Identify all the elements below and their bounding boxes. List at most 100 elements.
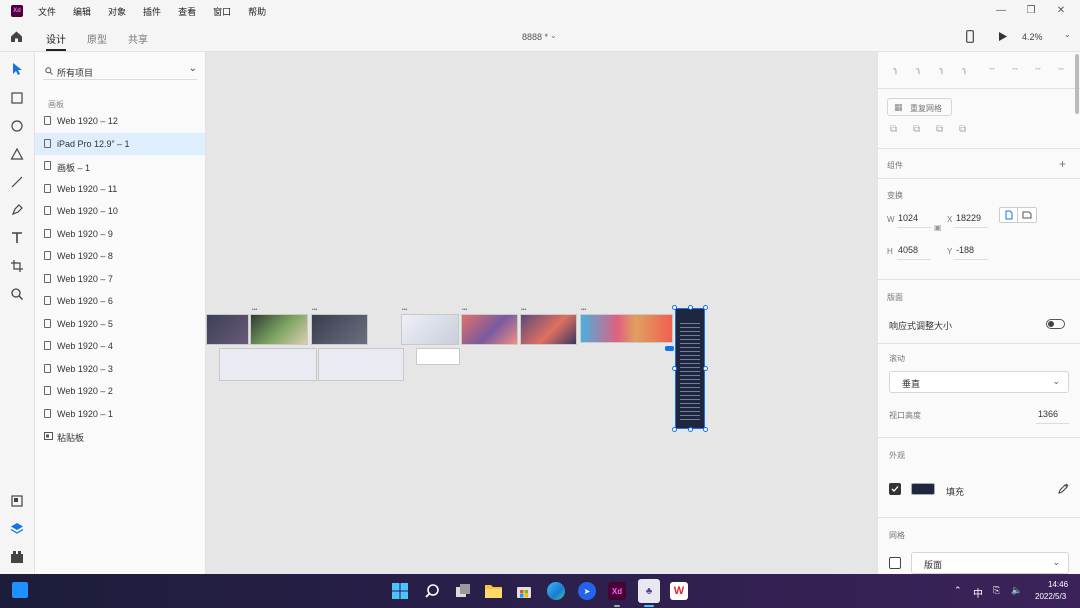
width-field[interactable]: 1024 <box>898 213 918 223</box>
polygon-tool-icon[interactable] <box>10 147 24 161</box>
line-tool-icon[interactable] <box>10 175 24 189</box>
resize-handle[interactable] <box>703 427 708 432</box>
wps-office-icon[interactable]: W <box>670 582 688 600</box>
clock-time[interactable]: 14:46 <box>1048 580 1068 589</box>
layer-item[interactable]: Web 1920 – 9 <box>35 223 205 245</box>
layer-item[interactable]: Web 1920 – 3 <box>35 358 205 380</box>
resize-handle[interactable] <box>703 305 708 310</box>
grid-type-select[interactable]: 版面 ⌄ <box>911 552 1069 574</box>
lock-aspect-icon[interactable]: ▣ <box>934 223 942 232</box>
align-middle-icon[interactable]: ╮ <box>913 64 925 76</box>
layers-icon[interactable] <box>10 522 24 536</box>
widget-icon[interactable] <box>12 582 28 598</box>
close-icon[interactable]: ✕ <box>1051 3 1071 19</box>
align-left-icon[interactable]: ┄ <box>986 64 998 76</box>
landscape-orientation-button[interactable] <box>1018 207 1037 223</box>
scrollbar[interactable] <box>1075 54 1079 568</box>
scroll-marker[interactable] <box>665 346 674 351</box>
fill-checkbox[interactable] <box>889 483 901 495</box>
resize-handle[interactable] <box>703 366 708 371</box>
artboard-thumbnail[interactable] <box>461 314 518 345</box>
menu-view[interactable]: 查看 <box>178 5 196 18</box>
artboard-thumbnail[interactable] <box>520 314 577 345</box>
zoom-level[interactable]: 4.2% <box>1022 32 1043 42</box>
assets-icon[interactable] <box>10 494 24 508</box>
file-explorer-icon[interactable] <box>485 583 502 598</box>
adobe-xd-taskbar-icon[interactable]: Xd <box>608 582 626 600</box>
align-center-icon[interactable]: ┄ <box>1009 64 1021 76</box>
layer-item[interactable]: Web 1920 – 5 <box>35 313 205 335</box>
menu-object[interactable]: 对象 <box>108 5 126 18</box>
scrollbar-thumb[interactable] <box>1075 54 1079 114</box>
design-canvas[interactable]: ••• ••• ••• ••• ••• ••• <box>206 52 877 574</box>
layer-item[interactable]: 画板 – 1 <box>35 155 205 177</box>
layer-item[interactable]: Web 1920 – 7 <box>35 268 205 290</box>
tab-share[interactable]: 共享 <box>128 31 148 46</box>
feishu-icon[interactable]: ➤ <box>578 582 596 600</box>
tab-prototype[interactable]: 原型 <box>87 31 107 46</box>
artboard-thumbnail[interactable] <box>206 314 249 345</box>
x-field[interactable]: 18229 <box>956 213 981 223</box>
artboard-tool-icon[interactable] <box>10 259 24 273</box>
boolean-intersect-icon[interactable]: ⧉ <box>936 124 943 135</box>
artboard-thumbnail[interactable] <box>580 314 673 343</box>
layer-item[interactable]: Web 1920 – 6 <box>35 290 205 312</box>
layer-filter-dropdown[interactable]: 所有项目 ⌄ <box>43 62 197 80</box>
home-icon[interactable] <box>10 30 23 43</box>
grid-checkbox[interactable] <box>889 557 901 569</box>
tray-overflow-chevron-icon[interactable]: ⌃ <box>954 585 962 596</box>
align-right-icon[interactable]: ┄ <box>1032 64 1044 76</box>
windows-start-icon[interactable] <box>392 583 408 599</box>
boolean-subtract-icon[interactable]: ⧉ <box>913 124 920 135</box>
scroll-direction-select[interactable]: 垂直 ⌄ <box>889 371 1069 393</box>
play-icon[interactable] <box>998 31 1008 42</box>
layer-item[interactable]: Web 1920 – 1 <box>35 403 205 425</box>
boolean-exclude-icon[interactable]: ⧉ <box>959 124 966 135</box>
resize-handle[interactable] <box>688 305 693 310</box>
align-bottom-icon[interactable]: ╮ <box>936 64 948 76</box>
artboard-thumbnail[interactable] <box>401 314 459 345</box>
menu-file[interactable]: 文件 <box>38 5 56 18</box>
menu-plugins[interactable]: 插件 <box>143 5 161 18</box>
artboard-thumbnail[interactable] <box>318 348 404 381</box>
ellipse-tool-icon[interactable] <box>10 119 24 133</box>
height-field[interactable]: 4058 <box>898 245 918 255</box>
menu-help[interactable]: 帮助 <box>248 5 266 18</box>
document-title[interactable]: 8888 * <box>522 32 548 42</box>
repeat-grid-button[interactable]: ▦ 重复网格 <box>887 98 952 116</box>
layer-item[interactable]: Web 1920 – 8 <box>35 245 205 267</box>
tab-design[interactable]: 设计 <box>46 31 66 46</box>
select-tool-icon[interactable] <box>10 62 24 76</box>
search-icon[interactable] <box>424 583 440 599</box>
active-app-icon[interactable]: ♣ <box>638 579 660 603</box>
layer-item[interactable]: iPad Pro 12.9” – 1 <box>35 132 205 155</box>
align-top-icon[interactable]: ╮ <box>890 64 902 76</box>
volume-icon[interactable]: 🔈 <box>1011 585 1022 596</box>
plugins-icon[interactable] <box>10 550 24 564</box>
menu-edit[interactable]: 编辑 <box>73 5 91 18</box>
artboard-thumbnail[interactable] <box>311 314 368 345</box>
pasteboard-item[interactable]: 粘贴板 <box>35 425 205 447</box>
portrait-orientation-button[interactable] <box>999 207 1018 223</box>
resize-handle[interactable] <box>672 305 677 310</box>
input-method-indicator[interactable]: 中 <box>973 585 983 600</box>
add-component-icon[interactable]: + <box>1059 157 1066 171</box>
text-tool-icon[interactable] <box>10 231 24 245</box>
artboard-thumbnail[interactable] <box>416 348 460 365</box>
viewport-height-field[interactable]: 1366 <box>1038 409 1058 419</box>
selected-artboard[interactable] <box>675 308 705 429</box>
mobile-preview-icon[interactable] <box>966 30 974 43</box>
microsoft-store-icon[interactable] <box>516 583 532 599</box>
zoom-chevron-icon[interactable]: ⌄ <box>1064 30 1071 39</box>
resize-handle[interactable] <box>672 366 677 371</box>
restore-icon[interactable]: ❐ <box>1021 3 1041 19</box>
clock-date[interactable]: 2022/5/3 <box>1035 592 1066 601</box>
boolean-add-icon[interactable]: ⧉ <box>890 124 897 135</box>
resize-handle[interactable] <box>672 427 677 432</box>
task-view-icon[interactable] <box>455 583 471 599</box>
artboard-thumbnail[interactable] <box>250 314 308 345</box>
edge-browser-icon[interactable] <box>547 582 565 600</box>
y-field[interactable]: -188 <box>956 245 974 255</box>
fill-color-swatch[interactable] <box>911 483 935 495</box>
eyedropper-icon[interactable] <box>1058 483 1069 494</box>
